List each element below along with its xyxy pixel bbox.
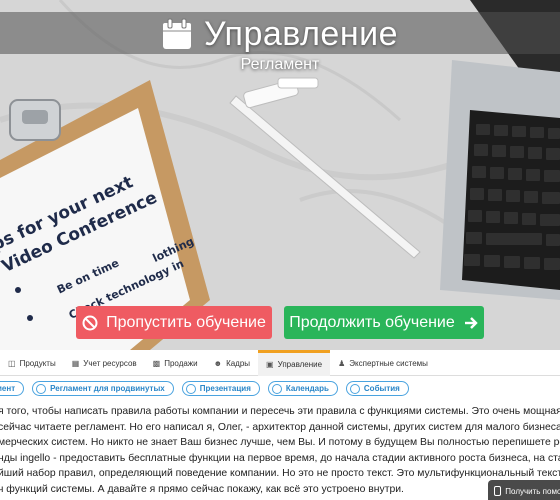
- tab-products-label: Продукты: [19, 358, 56, 368]
- tab-management[interactable]: ▣ Управление: [258, 350, 331, 376]
- pill-events-label: События: [363, 384, 400, 393]
- get-help-button[interactable]: Получить помощ: [488, 480, 560, 500]
- text-line: мерческих систем. Но никто не знает Ваш …: [0, 437, 560, 449]
- pill-presentation-label: Презентация: [199, 384, 251, 393]
- money-icon: ▩: [152, 358, 161, 368]
- ban-icon: [82, 315, 98, 330]
- skip-tutorial-button[interactable]: Пропустить обучение: [76, 306, 272, 339]
- cube-icon: ◫: [8, 358, 16, 368]
- page-title: Управление: [203, 14, 398, 53]
- tab-resources-label: Учет ресурсов: [83, 358, 137, 368]
- tab-products[interactable]: ◫ Продукты: [0, 350, 64, 376]
- radio-icon: [349, 383, 360, 394]
- module-tabs: ◫ Продукты ▦ Учет ресурсов ▩ Продажи ☻ К…: [0, 350, 560, 376]
- text-line: нды ingello - предоставить бесплатные фу…: [0, 452, 560, 464]
- arrow-right-icon: [464, 316, 478, 329]
- subsection-pills: мент Регламент для продвинутых Презентац…: [0, 381, 409, 399]
- users-icon: ♟: [338, 358, 346, 368]
- pill-reglament-label: мент: [0, 384, 16, 393]
- pill-calendar[interactable]: Календарь: [267, 381, 338, 396]
- pill-presentation[interactable]: Презентация: [181, 381, 260, 396]
- grid-icon: ▦: [71, 358, 80, 368]
- tab-staff-label: Кадры: [226, 358, 251, 368]
- tab-sales-label: Продажи: [164, 358, 198, 368]
- tab-sales[interactable]: ▩ Продажи: [145, 350, 206, 376]
- radio-icon: [185, 383, 196, 394]
- pill-advanced-reglament[interactable]: Регламент для продвинутых: [32, 381, 174, 396]
- hero-heading: Управление: [0, 12, 560, 56]
- tab-staff[interactable]: ☻ Кадры: [206, 350, 258, 376]
- get-help-label: Получить помощ: [505, 486, 560, 496]
- text-line: сейчас читаете регламент. Но его написал…: [0, 421, 560, 433]
- calendar-icon: ▣: [266, 360, 274, 369]
- pill-events[interactable]: События: [345, 381, 409, 396]
- text-line: ч функций системы. А давайте я прямо сей…: [0, 483, 404, 495]
- tab-management-label: Управление: [277, 360, 323, 369]
- radio-icon: [271, 383, 282, 394]
- pill-calendar-label: Календарь: [285, 384, 329, 393]
- text-line: я того, чтобы написать правила работы ко…: [0, 406, 560, 417]
- user-add-icon: ☻: [213, 358, 223, 368]
- continue-tutorial-label: Продолжить обучение: [289, 313, 455, 331]
- continue-tutorial-button[interactable]: Продолжить обучение: [284, 306, 484, 339]
- page-subtitle: Регламент: [240, 56, 320, 73]
- tab-expert-systems[interactable]: ♟ Экспертные системы: [330, 350, 436, 376]
- chat-icon: [494, 486, 502, 496]
- pill-advanced-reglament-label: Регламент для продвинутых: [50, 384, 165, 393]
- tab-resources[interactable]: ▦ Учет ресурсов: [64, 350, 145, 376]
- hero-banner: ps for your next Video Conference Be on …: [0, 0, 560, 350]
- pill-reglament[interactable]: мент: [0, 381, 25, 396]
- tab-expert-systems-label: Экспертные системы: [349, 358, 428, 368]
- radio-icon: [36, 383, 47, 394]
- skip-tutorial-label: Пропустить обучение: [106, 313, 266, 331]
- reglament-text: я того, чтобы написать правила работы ко…: [0, 404, 560, 500]
- calendar-icon: [162, 18, 191, 49]
- text-line: йший набор правил, определяющий поведени…: [0, 468, 560, 480]
